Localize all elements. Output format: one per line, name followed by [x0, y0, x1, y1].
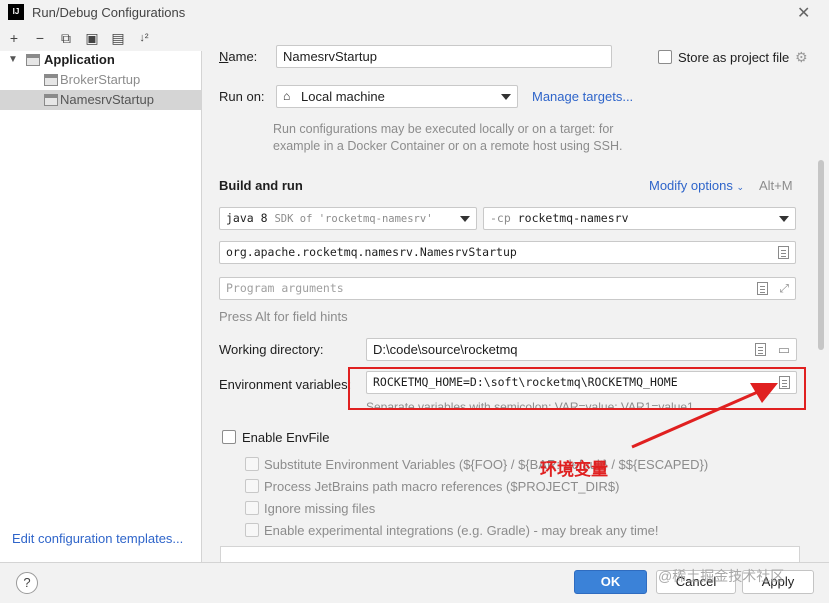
working-dir-value: D:\code\source\rocketmq	[373, 342, 518, 357]
home-icon: ⌂	[283, 89, 291, 103]
enable-envfile-checkbox[interactable]	[222, 430, 236, 444]
name-input[interactable]: NamesrvStartup	[276, 45, 612, 68]
modify-options-shortcut: Alt+M	[759, 178, 793, 193]
copy-icon[interactable]: ⧉	[58, 30, 74, 46]
run-config-icon	[44, 94, 58, 106]
macro-icon[interactable]	[757, 282, 768, 295]
classpath-prefix: -cp	[490, 211, 511, 225]
folder-add-icon[interactable]: ▤	[110, 30, 126, 46]
modify-options-link[interactable]: Modify options ⌄	[649, 178, 744, 193]
working-dir-label: Working directory:	[219, 342, 324, 357]
tree-item-brokerstartup[interactable]: BrokerStartup	[0, 70, 201, 90]
build-and-run-heading: Build and run	[219, 178, 303, 193]
tree-item-label: Application	[44, 52, 115, 67]
ignore-missing-checkbox	[245, 501, 259, 515]
main-class-value: org.apache.rocketmq.namesrv.NamesrvStart…	[226, 245, 517, 259]
store-project-label: Store as project file	[678, 50, 790, 65]
tree-toolbar	[0, 26, 202, 51]
run-config-icon	[44, 74, 58, 86]
run-on-label: Run on:	[219, 89, 265, 104]
enable-envfile-label: Enable EnvFile	[242, 430, 330, 445]
alt-hint: Press Alt for field hints	[219, 309, 348, 324]
run-on-hint-line2: example in a Docker Container or on a re…	[273, 139, 623, 153]
run-on-hint-line1: Run configurations may be executed local…	[273, 122, 614, 136]
chevron-down-icon	[779, 216, 789, 222]
name-label-rest: ame:	[228, 49, 258, 64]
watermark: @稀土掘金技术社区	[658, 568, 785, 584]
run-on-select[interactable]: Local machine ⌂	[276, 85, 518, 108]
close-icon[interactable]: ✕	[797, 3, 810, 23]
tree-item-application[interactable]: ▼ Application	[0, 50, 201, 70]
working-dir-input[interactable]: D:\code\source\rocketmq ▭	[366, 338, 797, 361]
envfile-table	[220, 546, 800, 562]
save-icon[interactable]: ▣	[84, 30, 100, 46]
substitute-env-checkbox	[245, 457, 259, 471]
sdk-value: java 8	[226, 211, 268, 225]
tree-item-namesrvstartup[interactable]: NamesrvStartup	[0, 90, 201, 110]
folder-icon[interactable]: ▭	[778, 339, 790, 360]
intellij-logo-icon: IJ	[8, 4, 24, 20]
experimental-label: Enable experimental integrations (e.g. G…	[264, 523, 659, 538]
application-icon	[26, 54, 40, 66]
chevron-down-icon: ⌄	[736, 182, 744, 192]
ok-button[interactable]: OK	[574, 570, 647, 594]
expand-icon[interactable]: ⤢	[780, 278, 789, 299]
add-icon[interactable]: +	[6, 30, 22, 46]
env-vars-label: Environment variables:	[219, 377, 352, 392]
tree-item-label: BrokerStartup	[60, 72, 141, 87]
program-args-input[interactable]: Program arguments ⤢	[219, 277, 796, 300]
browse-icon[interactable]	[778, 246, 789, 259]
window-title: Run/Debug Configurations	[32, 5, 186, 20]
manage-targets-link[interactable]: Manage targets...	[532, 89, 633, 104]
experimental-checkbox	[245, 523, 259, 537]
help-button[interactable]: ?	[16, 572, 38, 594]
chevron-down-icon	[460, 216, 470, 222]
annotation-label: 环境变量	[540, 460, 608, 479]
classpath-value: rocketmq-namesrv	[517, 211, 629, 225]
annotation-arrow	[631, 383, 778, 449]
sdk-select[interactable]: java 8 SDK of 'rocketmq-namesrv'	[219, 207, 477, 230]
sdk-detail: SDK of 'rocketmq-namesrv'	[274, 213, 433, 225]
arrow-line	[631, 389, 761, 449]
macro-icon[interactable]	[755, 343, 766, 356]
name-label: Name:	[219, 49, 258, 64]
sort-icon[interactable]: ↓²	[136, 30, 152, 46]
process-macro-label: Process JetBrains path macro references …	[264, 479, 620, 494]
classpath-select[interactable]: -cp rocketmq-namesrv	[483, 207, 796, 230]
ignore-missing-label: Ignore missing files	[264, 501, 376, 516]
chevron-down-icon	[501, 94, 511, 100]
store-project-checkbox[interactable]	[658, 50, 672, 64]
substitute-env-label: Substitute Environment Variables (${FOO}…	[264, 457, 709, 472]
edit-templates-link[interactable]: Edit configuration templates...	[12, 531, 183, 546]
tree-item-label: NamesrvStartup	[60, 92, 154, 107]
program-args-placeholder: Program arguments	[226, 281, 344, 295]
scrollbar[interactable]	[818, 160, 824, 350]
run-on-value: Local machine	[301, 89, 385, 104]
chevron-down-icon[interactable]: ▼	[8, 50, 18, 70]
gear-icon[interactable]: ⚙	[795, 49, 808, 66]
main-class-input[interactable]: org.apache.rocketmq.namesrv.NamesrvStart…	[219, 241, 796, 264]
process-macro-checkbox	[245, 479, 259, 493]
remove-icon[interactable]: −	[32, 30, 48, 46]
modify-options-label: Modify options	[649, 178, 733, 193]
